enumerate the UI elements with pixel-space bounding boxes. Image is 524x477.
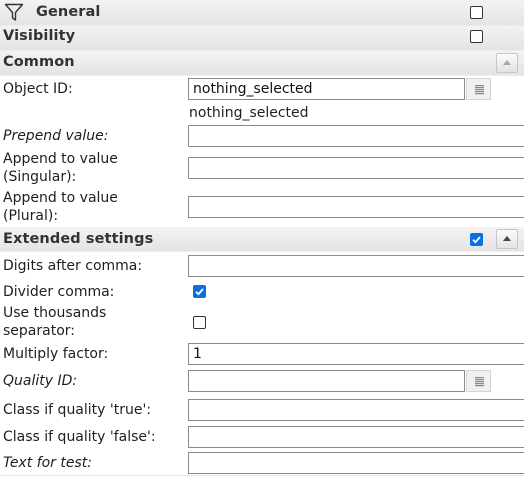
multiply-factor-input[interactable] bbox=[188, 343, 524, 365]
attributes-panel: General Visibility Common Object ID: not… bbox=[0, 0, 524, 477]
section-general[interactable]: General bbox=[0, 0, 524, 26]
digits-after-comma-label: Digits after comma: bbox=[3, 258, 143, 274]
section-title-visibility: Visibility bbox=[3, 28, 76, 44]
quality-id-select-button[interactable] bbox=[466, 370, 491, 392]
checkmark-icon bbox=[472, 236, 481, 244]
append-plural-label-line1: Append to value bbox=[3, 190, 118, 206]
general-checkbox[interactable] bbox=[470, 6, 483, 19]
checkmark-icon bbox=[195, 288, 204, 296]
divider-comma-label: Divider comma: bbox=[3, 284, 115, 300]
extended-collapse-button[interactable] bbox=[496, 229, 518, 249]
chevron-up-icon bbox=[503, 60, 511, 65]
extended-settings-checkbox[interactable] bbox=[470, 233, 483, 246]
quality-id-input[interactable] bbox=[188, 370, 465, 392]
section-extended-settings[interactable]: Extended settings bbox=[0, 227, 524, 252]
digits-after-comma-input[interactable] bbox=[188, 255, 524, 277]
section-title-general: General bbox=[36, 4, 101, 20]
text-for-test-label: Text for test: bbox=[3, 455, 92, 471]
append-singular-input[interactable] bbox=[188, 157, 524, 179]
thousands-separator-label-line1: Use thousands bbox=[3, 305, 107, 321]
thousands-separator-label-line2: separator: bbox=[3, 323, 75, 339]
object-id-input[interactable] bbox=[188, 78, 465, 100]
select-object-icon bbox=[475, 377, 484, 387]
class-quality-true-input[interactable] bbox=[188, 399, 524, 421]
object-id-display: nothing_selected bbox=[189, 105, 309, 121]
common-collapse-button[interactable] bbox=[496, 53, 518, 73]
divider-comma-checkbox[interactable] bbox=[193, 285, 206, 298]
append-plural-label-line2: (Plural): bbox=[3, 208, 59, 224]
class-quality-true-label: Class if quality 'true': bbox=[3, 402, 152, 418]
filter-icon[interactable] bbox=[4, 3, 24, 22]
section-title-extended: Extended settings bbox=[3, 231, 154, 247]
visibility-checkbox[interactable] bbox=[470, 30, 483, 43]
section-visibility[interactable]: Visibility bbox=[0, 26, 524, 51]
bottom-divider bbox=[0, 475, 524, 476]
append-plural-input[interactable] bbox=[188, 196, 524, 218]
thousands-separator-checkbox[interactable] bbox=[193, 316, 206, 329]
section-title-common: Common bbox=[3, 54, 75, 70]
append-singular-label-line2: (Singular): bbox=[3, 169, 77, 185]
chevron-up-icon bbox=[503, 236, 511, 241]
prepend-value-input[interactable] bbox=[188, 125, 524, 147]
quality-id-label: Quality ID: bbox=[3, 373, 78, 389]
multiply-factor-label: Multiply factor: bbox=[3, 346, 109, 362]
prepend-value-label: Prepend value: bbox=[3, 128, 109, 144]
object-id-label: Object ID: bbox=[3, 81, 73, 97]
text-for-test-input[interactable] bbox=[188, 452, 524, 474]
class-quality-false-input[interactable] bbox=[188, 426, 524, 448]
class-quality-false-label: Class if quality 'false': bbox=[3, 429, 156, 445]
append-singular-label-line1: Append to value bbox=[3, 151, 118, 167]
section-common[interactable]: Common bbox=[0, 51, 524, 76]
select-object-icon bbox=[475, 85, 484, 95]
object-id-select-button[interactable] bbox=[466, 78, 491, 100]
